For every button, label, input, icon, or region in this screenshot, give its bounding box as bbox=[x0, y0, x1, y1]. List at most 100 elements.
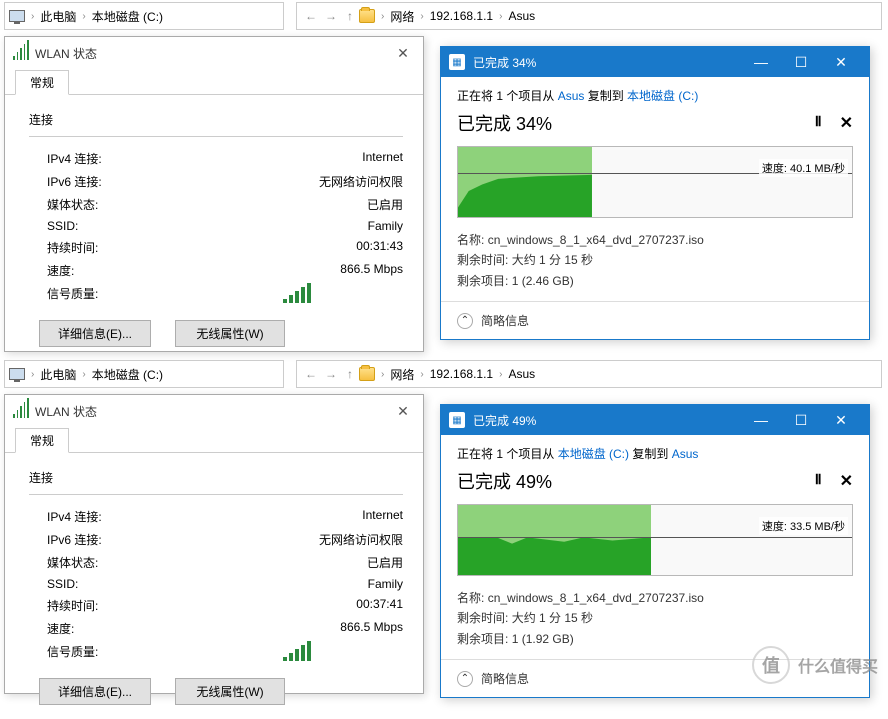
folder-icon bbox=[359, 366, 375, 382]
pc-icon bbox=[9, 366, 25, 382]
crumb-ip[interactable]: 192.168.1.1 bbox=[426, 367, 497, 381]
details-button[interactable]: 详细信息(E)... bbox=[39, 678, 151, 705]
close-icon[interactable]: ✕ bbox=[821, 408, 861, 432]
crumb-disk[interactable]: 本地磁盘 (C:) bbox=[88, 366, 167, 383]
chevron-right-icon: › bbox=[418, 369, 425, 380]
pause-icon[interactable]: Ⅱ bbox=[815, 471, 822, 491]
copy-progress-text: 已完成 34% bbox=[457, 110, 552, 136]
wlan-title: WLAN 状态 bbox=[35, 403, 391, 420]
section-connection: 连接 bbox=[29, 469, 403, 486]
fewer-details-toggle[interactable]: ⌃ 简略信息 bbox=[441, 301, 869, 339]
tab-general[interactable]: 常规 bbox=[15, 70, 69, 95]
nav-fwd-icon[interactable]: → bbox=[321, 367, 341, 381]
nav-up-icon[interactable]: ↑ bbox=[341, 9, 359, 23]
breadcrumb-top-right[interactable]: ← → ↑ › 网络 › 192.168.1.1 › Asus bbox=[296, 2, 882, 30]
time-remaining-value: 大约 1 分 15 秒 bbox=[512, 253, 593, 267]
speed-label: 速度: 40.1 MB/秒 bbox=[759, 159, 848, 177]
chevron-up-icon: ⌃ bbox=[457, 671, 473, 687]
breadcrumb-bottom-right[interactable]: ← → ↑ › 网络 › 192.168.1.1 › Asus bbox=[296, 360, 882, 388]
ipv4-value: Internet bbox=[283, 508, 403, 525]
items-remaining-value: 1 (2.46 GB) bbox=[512, 274, 574, 288]
wireless-properties-button[interactable]: 无线属性(W) bbox=[175, 678, 285, 705]
copy-to-link[interactable]: Asus bbox=[672, 447, 699, 461]
chevron-right-icon: › bbox=[497, 11, 504, 22]
crumb-network[interactable]: 网络 bbox=[386, 8, 418, 25]
duration-label: 持续时间: bbox=[29, 597, 98, 614]
crumb-ip[interactable]: 192.168.1.1 bbox=[426, 9, 497, 23]
pc-icon bbox=[9, 8, 25, 24]
ssid-label: SSID: bbox=[29, 219, 78, 233]
chevron-right-icon: › bbox=[80, 369, 87, 380]
ipv4-label: IPv4 连接: bbox=[29, 508, 102, 525]
copy-app-icon: ▦ bbox=[449, 412, 465, 428]
media-value: 已启用 bbox=[283, 554, 403, 571]
close-icon[interactable]: ✕ bbox=[821, 50, 861, 74]
speed-label: 速度: bbox=[29, 262, 74, 279]
nav-back-icon[interactable]: ← bbox=[301, 9, 321, 23]
minimize-icon[interactable]: — bbox=[741, 408, 781, 432]
time-remaining-value: 大约 1 分 15 秒 bbox=[512, 611, 593, 625]
time-remaining-label: 剩余时间: bbox=[457, 611, 508, 625]
signal-quality-label: 信号质量: bbox=[29, 643, 98, 661]
close-icon[interactable]: ✕ bbox=[391, 43, 415, 63]
pause-icon[interactable]: Ⅱ bbox=[815, 113, 822, 133]
items-remaining-label: 剩余项目: bbox=[457, 632, 508, 646]
duration-label: 持续时间: bbox=[29, 239, 98, 256]
watermark: 值 什么值得买 bbox=[752, 646, 878, 684]
wlan-title: WLAN 状态 bbox=[35, 45, 391, 62]
chevron-right-icon: › bbox=[379, 369, 386, 380]
copy-from-link[interactable]: Asus bbox=[558, 89, 585, 103]
nav-fwd-icon[interactable]: → bbox=[321, 9, 341, 23]
nav-up-icon[interactable]: ↑ bbox=[341, 367, 359, 381]
folder-icon bbox=[359, 8, 375, 24]
file-name-value: cn_windows_8_1_x64_dvd_2707237.iso bbox=[488, 233, 704, 247]
nav-back-icon[interactable]: ← bbox=[301, 367, 321, 381]
speed-chart-top: 速度: 40.1 MB/秒 bbox=[457, 146, 853, 218]
signal-quality-bars bbox=[283, 643, 403, 661]
minimize-icon[interactable]: — bbox=[741, 50, 781, 74]
ipv6-label: IPv6 连接: bbox=[29, 531, 102, 548]
crumb-asus[interactable]: Asus bbox=[504, 367, 539, 381]
crumb-network[interactable]: 网络 bbox=[386, 366, 418, 383]
copy-from-link[interactable]: 本地磁盘 (C:) bbox=[558, 447, 629, 461]
close-icon[interactable]: ✕ bbox=[391, 401, 415, 421]
cancel-icon[interactable]: ✕ bbox=[840, 471, 853, 491]
chevron-right-icon: › bbox=[379, 11, 386, 22]
copy-dialog-top: ▦ 已完成 34% — ☐ ✕ 正在将 1 个项目从 Asus 复制到 本地磁盘… bbox=[440, 46, 870, 340]
wireless-properties-button[interactable]: 无线属性(W) bbox=[175, 320, 285, 347]
crumb-disk[interactable]: 本地磁盘 (C:) bbox=[88, 8, 167, 25]
crumb-pc[interactable]: 此电脑 bbox=[36, 8, 80, 25]
watermark-icon: 值 bbox=[752, 646, 790, 684]
section-connection: 连接 bbox=[29, 111, 403, 128]
speed-label: 速度: bbox=[29, 620, 74, 637]
breadcrumb-bottom-left[interactable]: › 此电脑 › 本地磁盘 (C:) bbox=[4, 360, 284, 388]
duration-value: 00:37:41 bbox=[283, 597, 403, 614]
chevron-right-icon: › bbox=[80, 11, 87, 22]
items-remaining-value: 1 (1.92 GB) bbox=[512, 632, 574, 646]
details-button[interactable]: 详细信息(E)... bbox=[39, 320, 151, 347]
breadcrumb-top-left[interactable]: › 此电脑 › 本地磁盘 (C:) bbox=[4, 2, 284, 30]
speed-value: 866.5 Mbps bbox=[283, 620, 403, 637]
signal-quality-label: 信号质量: bbox=[29, 285, 98, 303]
ipv6-value: 无网络访问权限 bbox=[283, 531, 403, 548]
crumb-pc[interactable]: 此电脑 bbox=[36, 366, 80, 383]
file-name-value: cn_windows_8_1_x64_dvd_2707237.iso bbox=[488, 591, 704, 605]
tab-general[interactable]: 常规 bbox=[15, 428, 69, 453]
chevron-right-icon: › bbox=[497, 369, 504, 380]
copy-progress-text: 已完成 49% bbox=[457, 468, 552, 494]
chevron-right-icon: › bbox=[29, 369, 36, 380]
media-label: 媒体状态: bbox=[29, 196, 98, 213]
ssid-value: Family bbox=[283, 577, 403, 591]
items-remaining-label: 剩余项目: bbox=[457, 274, 508, 288]
signal-quality-bars bbox=[283, 285, 403, 303]
maximize-icon[interactable]: ☐ bbox=[781, 50, 821, 74]
media-value: 已启用 bbox=[283, 196, 403, 213]
time-remaining-label: 剩余时间: bbox=[457, 253, 508, 267]
copy-title: 已完成 49% bbox=[473, 412, 741, 429]
crumb-asus[interactable]: Asus bbox=[504, 9, 539, 23]
speed-chart-bottom: 速度: 33.5 MB/秒 bbox=[457, 504, 853, 576]
copy-to-link[interactable]: 本地磁盘 (C:) bbox=[627, 89, 698, 103]
ipv6-label: IPv6 连接: bbox=[29, 173, 102, 190]
cancel-icon[interactable]: ✕ bbox=[840, 113, 853, 133]
maximize-icon[interactable]: ☐ bbox=[781, 408, 821, 432]
